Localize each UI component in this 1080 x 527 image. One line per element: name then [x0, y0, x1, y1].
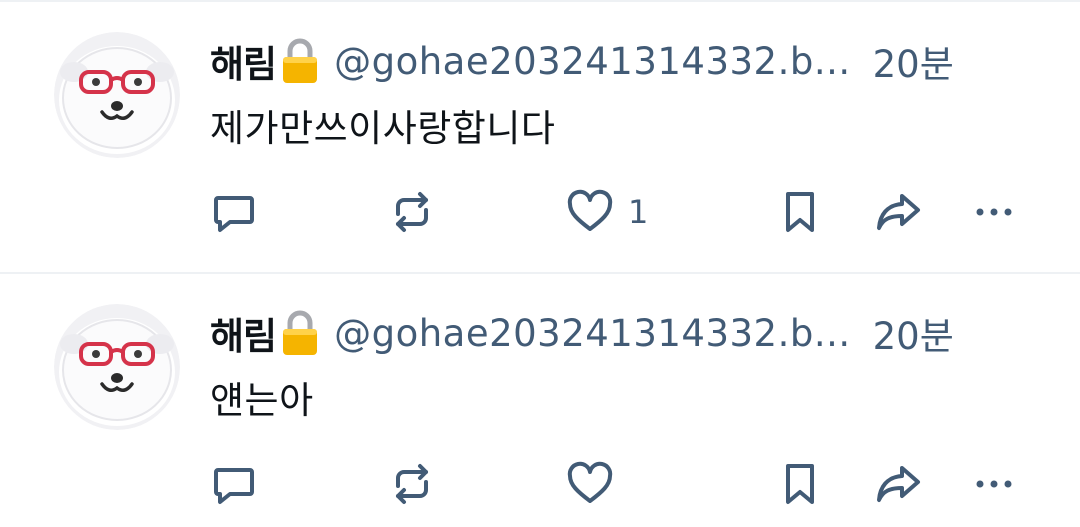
repost-arrows-icon: [388, 460, 436, 508]
author-handle[interactable]: @gohae203241314332.b...: [334, 40, 851, 83]
ellipsis-icon: [970, 188, 1018, 236]
post[interactable]: 해림 @gohae203241314332.b... 20분 제가만쓰이사랑합니…: [0, 0, 1080, 274]
post-feed: 해림 @gohae203241314332.b... 20분 제가만쓰이사랑합니…: [0, 0, 1080, 527]
author-name[interactable]: 해림: [210, 306, 277, 360]
post-time[interactable]: 20분: [873, 306, 954, 360]
share-button[interactable]: [874, 456, 922, 512]
lock-icon: [280, 310, 320, 356]
post-header: 해림 @gohae203241314332.b... 20분: [210, 36, 1040, 86]
post-actions: 1: [206, 184, 1036, 240]
repost-button[interactable]: [388, 184, 436, 240]
more-options-button[interactable]: [970, 456, 1018, 512]
bookmark-button[interactable]: [776, 184, 824, 240]
repost-arrows-icon: [388, 188, 436, 236]
post-actions: [206, 456, 1036, 512]
post-header: 해림 @gohae203241314332.b... 20분: [210, 308, 1040, 358]
post[interactable]: 해림 @gohae203241314332.b... 20분 얜는아: [0, 274, 1080, 527]
share-arrow-icon: [874, 460, 922, 508]
bookmark-button[interactable]: [776, 456, 824, 512]
author-handle[interactable]: @gohae203241314332.b...: [334, 312, 851, 355]
post-text: 얜는아: [210, 379, 314, 422]
like-count: 1: [628, 193, 649, 231]
more-options-button[interactable]: [970, 184, 1018, 240]
post-text: 제가만쓰이사랑합니다: [210, 107, 556, 150]
bookmark-icon: [776, 460, 824, 508]
reply-button[interactable]: [210, 184, 258, 240]
reply-button[interactable]: [210, 456, 258, 512]
avatar[interactable]: [54, 304, 180, 430]
speech-bubble-icon: [210, 188, 258, 236]
repost-button[interactable]: [388, 456, 436, 512]
speech-bubble-icon: [210, 460, 258, 508]
bookmark-icon: [776, 188, 824, 236]
share-button[interactable]: [874, 184, 922, 240]
share-arrow-icon: [874, 188, 922, 236]
ellipsis-icon: [970, 460, 1018, 508]
lock-icon: [280, 38, 320, 84]
heart-icon: [566, 460, 614, 508]
heart-icon: [566, 188, 614, 236]
avatar[interactable]: [54, 32, 180, 158]
author-name[interactable]: 해림: [210, 34, 277, 88]
post-time[interactable]: 20분: [873, 34, 954, 88]
like-button[interactable]: [566, 456, 628, 512]
like-button[interactable]: 1: [566, 184, 648, 240]
